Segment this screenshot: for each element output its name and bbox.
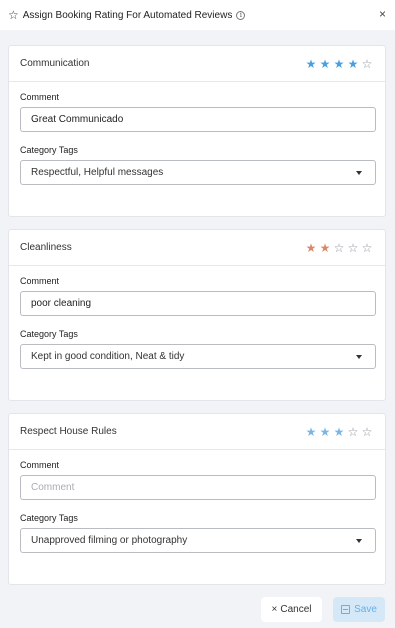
- category-tags-select[interactable]: Respectful, Helpful messages: [20, 160, 376, 185]
- floppy-disk-icon: [341, 605, 351, 614]
- category-tags-label: Category Tags: [20, 513, 78, 523]
- star-empty-icon[interactable]: ☆: [361, 242, 373, 254]
- star-filled-icon[interactable]: ★: [347, 58, 359, 70]
- category-tags-select[interactable]: Unapproved filming or photography: [20, 528, 376, 553]
- info-icon[interactable]: i: [236, 10, 246, 20]
- star-rating[interactable]: ★ ★ ★ ★ ☆: [305, 58, 373, 70]
- caret-down-icon: [356, 170, 362, 175]
- save-label: Save: [354, 604, 377, 615]
- section-title: Cleanliness: [20, 242, 72, 253]
- star-empty-icon[interactable]: ☆: [361, 58, 373, 70]
- rating-section-cleanliness: Cleanliness ★ ★ ☆ ☆ ☆ Comment poor cleaning …: [8, 229, 386, 401]
- save-button[interactable]: Save: [333, 597, 385, 622]
- category-tags-select[interactable]: Kept in good condition, Neat & tidy: [20, 344, 376, 369]
- comment-label: Comment: [20, 276, 60, 286]
- star-filled-icon[interactable]: ★: [305, 242, 317, 254]
- close-icon: ×: [271, 604, 278, 615]
- category-tags-value: Unapproved filming or photography: [31, 535, 188, 546]
- star-filled-icon[interactable]: ★: [319, 242, 331, 254]
- star-filled-icon[interactable]: ★: [319, 58, 331, 70]
- caret-down-icon: [356, 354, 362, 359]
- comment-input[interactable]: Comment: [20, 475, 376, 500]
- star-filled-icon[interactable]: ★: [319, 426, 331, 438]
- star-filled-icon[interactable]: ★: [305, 58, 317, 70]
- comment-input[interactable]: poor cleaning: [20, 291, 376, 316]
- close-icon[interactable]: ×: [379, 7, 386, 21]
- category-tags-value: Kept in good condition, Neat & tidy: [31, 351, 185, 362]
- star-empty-icon[interactable]: ☆: [347, 242, 359, 254]
- category-tags-label: Category Tags: [20, 329, 78, 339]
- star-filled-icon[interactable]: ★: [333, 58, 345, 70]
- star-filled-icon[interactable]: ★: [305, 426, 317, 438]
- section-title: Communication: [20, 58, 90, 69]
- comment-input[interactable]: Great Communicado: [20, 107, 376, 132]
- star-filled-icon[interactable]: ★: [333, 426, 345, 438]
- section-header: Respect House Rules ★ ★ ★ ☆ ☆: [9, 414, 385, 450]
- comment-label: Comment: [20, 460, 60, 470]
- rating-section-communication: Communication ★ ★ ★ ★ ☆ Comment Great Commun…: [8, 45, 386, 217]
- cancel-label: Cancel: [280, 604, 312, 615]
- dialog-title: Assign Booking Rating For Automated Revi…: [22, 9, 233, 21]
- section-title: Respect House Rules: [20, 426, 117, 437]
- star-empty-icon[interactable]: ☆: [333, 242, 345, 254]
- section-header: Communication ★ ★ ★ ★ ☆: [9, 46, 385, 82]
- star-outline-icon: ☆: [8, 8, 19, 22]
- star-empty-icon[interactable]: ☆: [347, 426, 359, 438]
- comment-label: Comment: [20, 92, 60, 102]
- star-empty-icon[interactable]: ☆: [361, 426, 373, 438]
- caret-down-icon: [356, 538, 362, 543]
- category-tags-value: Respectful, Helpful messages: [31, 167, 164, 178]
- cancel-button[interactable]: × Cancel: [261, 597, 322, 622]
- star-rating[interactable]: ★ ★ ☆ ☆ ☆: [305, 242, 373, 254]
- category-tags-label: Category Tags: [20, 145, 78, 155]
- section-header: Cleanliness ★ ★ ☆ ☆ ☆: [9, 230, 385, 266]
- rating-section-respect-house-rules: Respect House Rules ★ ★ ★ ☆ ☆ Comment Commen…: [8, 413, 386, 585]
- dialog-header: ☆ Assign Booking Rating For Automated Re…: [0, 0, 395, 30]
- star-rating[interactable]: ★ ★ ★ ☆ ☆: [305, 426, 373, 438]
